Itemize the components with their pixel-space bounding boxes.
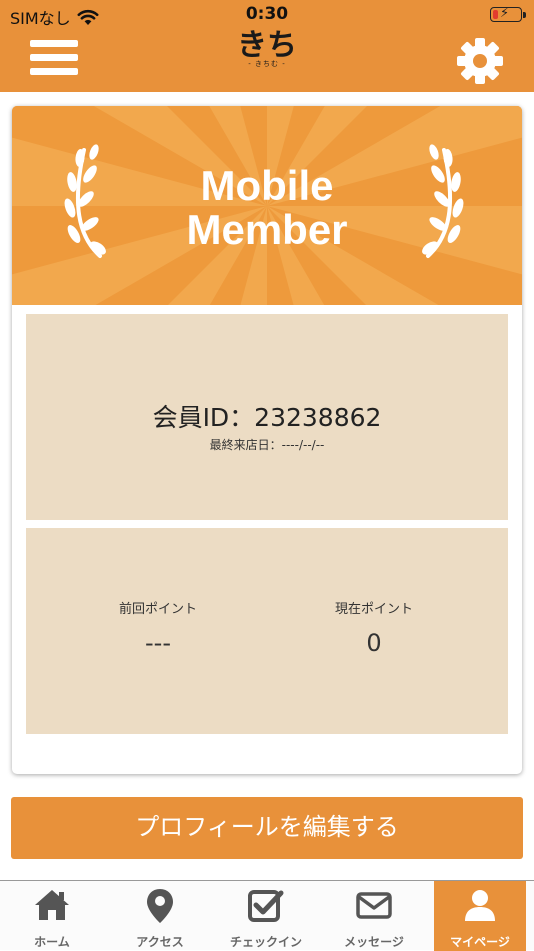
member-id: 会員ID：23238862 xyxy=(152,403,382,432)
tab-checkin[interactable]: チェックイン xyxy=(220,881,312,951)
banner-title-line1: Mobile xyxy=(200,162,334,209)
gear-icon[interactable] xyxy=(455,36,505,86)
member-banner: Mobile Member xyxy=(12,106,522,305)
tab-message[interactable]: メッセージ xyxy=(328,881,420,951)
banner-title: Mobile Member xyxy=(12,164,522,252)
app-logo: きち - きちむ - xyxy=(237,28,297,90)
points-panel: 前回ポイント --- 現在ポイント 0 xyxy=(26,528,508,734)
status-bar: SIMなし 0:30 ⚡ xyxy=(0,0,534,30)
current-points-value: 0 xyxy=(366,629,382,657)
battery-icon: ⚡ xyxy=(490,6,526,22)
user-icon xyxy=(465,890,495,921)
tab-checkin-label: チェックイン xyxy=(229,935,302,949)
tab-home[interactable]: ホーム xyxy=(6,881,98,951)
tab-bar: ホーム アクセス チェックイン メッセージ マイページ xyxy=(0,880,534,951)
tab-home-label: ホーム xyxy=(34,935,70,949)
tab-mypage[interactable]: マイページ xyxy=(434,881,526,951)
edit-profile-button[interactable]: プロフィールを編集する xyxy=(11,797,523,859)
previous-points-value: --- xyxy=(145,629,171,657)
member-id-panel: 会員ID：23238862 最終来店日：----/--/-- xyxy=(26,314,508,520)
hamburger-menu-icon[interactable] xyxy=(30,40,78,80)
current-points: 現在ポイント 0 xyxy=(274,598,474,657)
tab-access[interactable]: アクセス xyxy=(114,881,206,951)
home-icon xyxy=(35,890,69,920)
previous-points-label: 前回ポイント xyxy=(118,602,197,617)
status-time: 0:30 xyxy=(245,4,289,24)
map-pin-icon xyxy=(147,889,173,923)
app-header: きち - きちむ - xyxy=(0,30,534,92)
member-card: Mobile Member 会員ID：23238862 最終来店日：----/-… xyxy=(12,106,522,774)
checkbox-icon xyxy=(248,890,284,922)
tab-mypage-label: マイページ xyxy=(450,935,510,949)
tab-access-label: アクセス xyxy=(136,935,184,949)
last-visit-date: 最終来店日：----/--/-- xyxy=(209,438,325,452)
logo-text: きち xyxy=(237,28,297,63)
current-points-label: 現在ポイント xyxy=(334,602,413,617)
tab-message-label: メッセージ xyxy=(344,935,404,949)
banner-title-line2: Member xyxy=(186,206,348,253)
envelope-icon xyxy=(356,892,392,919)
previous-points: 前回ポイント --- xyxy=(58,598,258,657)
